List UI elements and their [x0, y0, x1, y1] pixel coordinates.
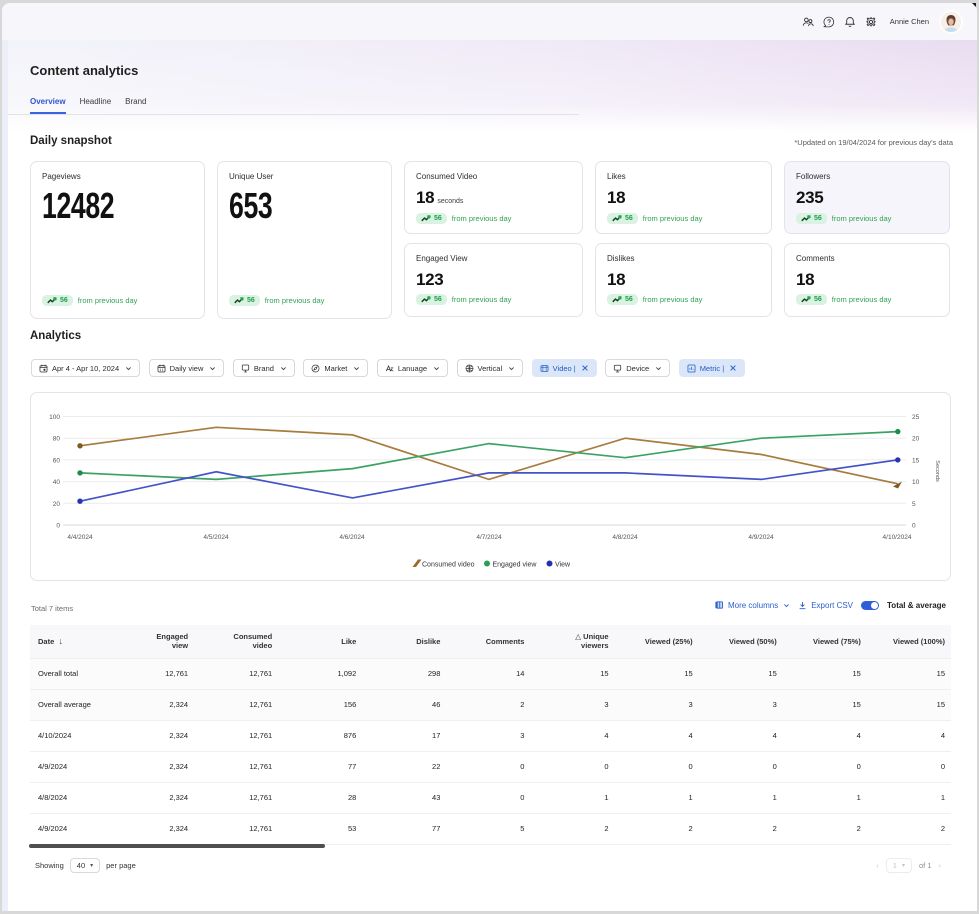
svg-text:100: 100 — [49, 414, 60, 421]
svg-text:20: 20 — [912, 436, 920, 443]
svg-text:0: 0 — [912, 523, 916, 530]
svg-text:4/7/2024: 4/7/2024 — [476, 534, 502, 541]
svg-text:4/4/2024: 4/4/2024 — [67, 534, 93, 541]
svg-text:0: 0 — [56, 523, 60, 530]
svg-text:Seconds: Seconds — [934, 460, 940, 482]
svg-text:80: 80 — [53, 436, 61, 443]
svg-text:4/5/2024: 4/5/2024 — [203, 534, 229, 541]
svg-text:4/6/2024: 4/6/2024 — [339, 534, 365, 541]
svg-text:10: 10 — [912, 479, 920, 486]
svg-text:15: 15 — [912, 457, 920, 464]
svg-text:View: View — [555, 562, 571, 569]
svg-text:Engaged view: Engaged view — [493, 562, 538, 569]
svg-text:40: 40 — [53, 479, 61, 486]
svg-text:4/10/2024: 4/10/2024 — [883, 534, 912, 541]
svg-text:5: 5 — [912, 501, 916, 508]
svg-text:4/8/2024: 4/8/2024 — [612, 534, 638, 541]
svg-text:25: 25 — [912, 414, 920, 421]
svg-text:4/9/2024: 4/9/2024 — [748, 534, 774, 541]
svg-text:20: 20 — [53, 501, 61, 508]
svg-text:Consumed video: Consumed video — [422, 562, 475, 569]
svg-text:60: 60 — [53, 457, 61, 464]
